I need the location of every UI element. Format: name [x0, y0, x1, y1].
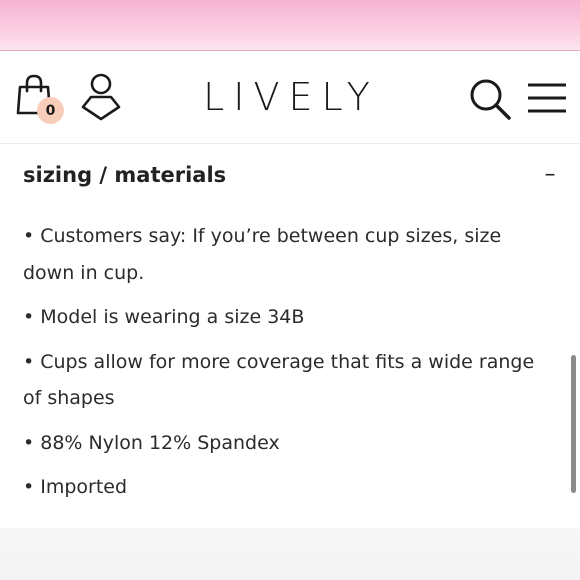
list-item: • Cups allow for more coverage that fits…: [23, 350, 535, 410]
bottom-area: [0, 528, 580, 580]
list-item: • Model is wearing a size 34B: [23, 306, 305, 328]
list-item: • 88% Nylon 12% Spandex: [23, 431, 280, 454]
top-promo-banner: [0, 0, 580, 51]
list-item: • Customers say: If you’re between cup s…: [23, 225, 502, 284]
collapse-minus-icon[interactable]: –: [540, 162, 560, 188]
list-item: • Imported: [23, 476, 128, 498]
search-icon[interactable]: [468, 77, 512, 121]
section-title: sizing / materials: [23, 163, 227, 187]
cart-count-badge: 0: [37, 97, 64, 124]
sizing-materials-accordion-header[interactable]: sizing / materials –: [0, 144, 580, 206]
sizing-materials-content: • Customers say: If you’re between cup s…: [23, 218, 553, 506]
hamburger-menu-icon[interactable]: [526, 81, 568, 115]
scrollbar-thumb[interactable]: [571, 355, 576, 493]
site-header: 0 LIVELY: [0, 51, 580, 144]
account-icon[interactable]: [80, 71, 122, 121]
site-logo[interactable]: LIVELY: [196, 77, 386, 117]
